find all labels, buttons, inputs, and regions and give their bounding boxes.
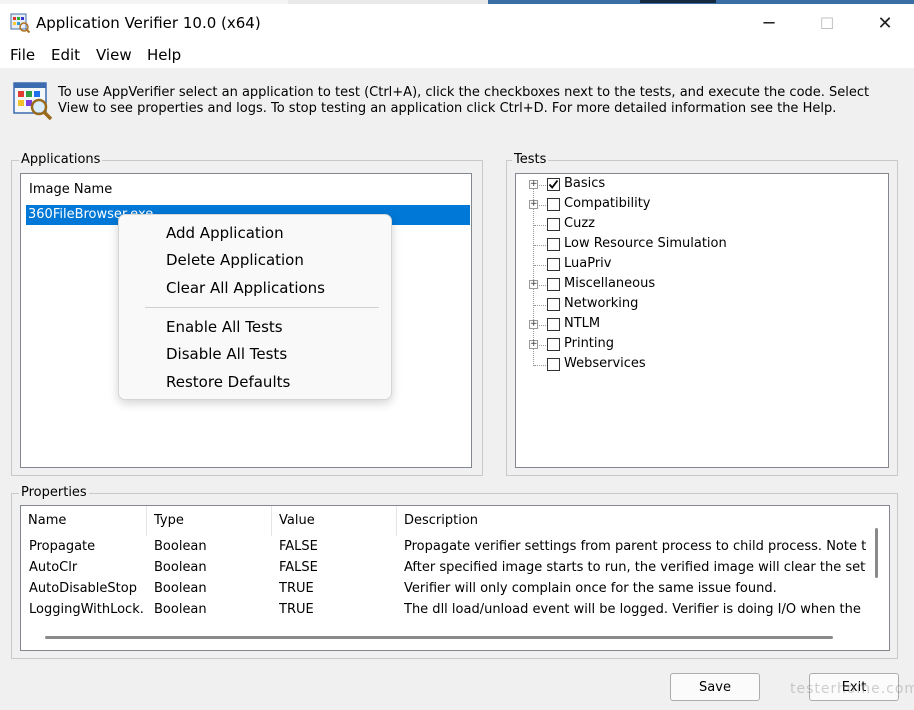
menu-clear-all-applications[interactable]: Clear All Applications	[166, 279, 325, 297]
cell-type: Boolean	[154, 560, 207, 575]
tree-row-cuzz: Cuzz	[516, 215, 886, 235]
maximize-icon: ☐	[819, 13, 835, 33]
cell-description: After specified image starts to run, the…	[404, 560, 866, 575]
vertical-scrollbar-thumb[interactable]	[875, 528, 878, 578]
tree-branch	[534, 225, 546, 226]
cell-value: TRUE	[279, 602, 314, 617]
cell-type: Boolean	[154, 602, 207, 617]
menu-edit[interactable]: Edit	[51, 46, 80, 68]
minimize-button[interactable]: ─	[746, 8, 792, 38]
tree-row-low-resource-simulation: Low Resource Simulation	[516, 235, 886, 255]
checkbox-networking[interactable]	[547, 298, 560, 311]
tree-row-compatibility: + Compatibility	[516, 195, 886, 215]
cell-description: Verifier will only complain once for the…	[404, 581, 777, 596]
expand-icon[interactable]: +	[529, 340, 538, 349]
table-row[interactable]: AutoClr Boolean FALSE After specified im…	[21, 560, 871, 580]
menu-enable-all-tests[interactable]: Enable All Tests	[166, 318, 283, 336]
menu-restore-defaults[interactable]: Restore Defaults	[166, 373, 290, 391]
menu-view[interactable]: View	[96, 46, 132, 68]
column-header-name[interactable]: Name	[21, 506, 147, 536]
context-menu: Add Application Delete Application Clear…	[118, 214, 392, 400]
cell-type: Boolean	[154, 539, 207, 554]
menu-separator	[145, 307, 379, 308]
save-button[interactable]: Save	[670, 673, 760, 701]
cell-name: Propagate	[29, 539, 96, 554]
properties-table[interactable]: Name Type Value Description Propagate Bo…	[20, 505, 890, 651]
test-label-luapriv[interactable]: LuaPriv	[564, 256, 611, 271]
table-row[interactable]: LoggingWithLock... Boolean TRUE The dll …	[21, 602, 871, 622]
maximize-button[interactable]: ☐	[804, 8, 850, 38]
checkbox-luapriv[interactable]	[547, 258, 560, 271]
checkbox-basics[interactable]	[547, 178, 560, 191]
expand-icon[interactable]: +	[529, 180, 538, 189]
test-label-networking[interactable]: Networking	[564, 296, 638, 311]
window-title: Application Verifier 10.0 (x64)	[36, 14, 261, 32]
checkbox-ntlm[interactable]	[547, 318, 560, 331]
test-label-ntlm[interactable]: NTLM	[564, 316, 600, 331]
table-row[interactable]: Propagate Boolean FALSE Propagate verifi…	[21, 539, 871, 559]
minimize-icon: ─	[763, 12, 775, 34]
cell-description: The dll load/unload event will be logged…	[404, 602, 866, 617]
tree-row-webservices: Webservices	[516, 355, 886, 375]
checkmark-icon	[548, 179, 559, 189]
test-label-basics[interactable]: Basics	[564, 176, 605, 191]
tree-branch	[534, 365, 546, 366]
checkbox-printing[interactable]	[547, 338, 560, 351]
cell-name: AutoClr	[29, 560, 78, 575]
expand-icon[interactable]: +	[529, 320, 538, 329]
cell-name: AutoDisableStop	[29, 581, 137, 596]
table-row[interactable]: AutoDisableStop Boolean TRUE Verifier wi…	[21, 581, 871, 601]
tree-branch	[534, 265, 546, 266]
tree-branch	[534, 305, 546, 306]
menu-delete-application[interactable]: Delete Application	[166, 251, 304, 269]
tree-row-printing: + Printing	[516, 335, 886, 355]
checkbox-compatibility[interactable]	[547, 198, 560, 211]
desktop-strip	[0, 0, 914, 4]
tests-tree[interactable]: + Basics + Compatibility Cuzz Low Resour…	[515, 173, 889, 468]
checkbox-low-resource-simulation[interactable]	[547, 238, 560, 251]
applications-label: Applications	[19, 152, 103, 167]
column-header-value[interactable]: Value	[272, 506, 397, 536]
menu-bar: File Edit View Help	[0, 46, 914, 68]
tests-label: Tests	[512, 152, 549, 167]
horizontal-scrollbar-thumb[interactable]	[45, 636, 833, 639]
cell-value: TRUE	[279, 581, 314, 596]
properties-label: Properties	[19, 485, 89, 500]
app-icon	[10, 13, 31, 34]
expand-icon[interactable]: +	[529, 280, 538, 289]
intro-text: To use AppVerifier select an application…	[58, 85, 870, 116]
menu-disable-all-tests[interactable]: Disable All Tests	[166, 345, 287, 363]
column-header-description[interactable]: Description	[397, 506, 867, 536]
cell-value: FALSE	[279, 539, 318, 554]
checkbox-miscellaneous[interactable]	[547, 278, 560, 291]
cell-name: LoggingWithLock...	[29, 602, 143, 617]
cell-description: Propagate verifier settings from parent …	[404, 539, 866, 554]
column-header-type[interactable]: Type	[147, 506, 272, 536]
test-label-webservices[interactable]: Webservices	[564, 356, 646, 371]
tree-row-basics: + Basics	[516, 175, 886, 195]
menu-file[interactable]: File	[10, 46, 35, 68]
tree-row-luapriv: LuaPriv	[516, 255, 886, 275]
test-label-printing[interactable]: Printing	[564, 336, 614, 351]
checkbox-cuzz[interactable]	[547, 218, 560, 231]
expand-icon[interactable]: +	[529, 200, 538, 209]
test-label-compatibility[interactable]: Compatibility	[564, 196, 651, 211]
appverifier-logo-icon	[12, 80, 54, 122]
tree-branch	[534, 245, 546, 246]
close-button[interactable]: ✕	[862, 8, 908, 38]
tree-row-miscellaneous: + Miscellaneous	[516, 275, 886, 295]
close-icon: ✕	[877, 12, 893, 34]
cell-value: FALSE	[279, 560, 318, 575]
tree-row-networking: Networking	[516, 295, 886, 315]
cell-type: Boolean	[154, 581, 207, 596]
test-label-cuzz[interactable]: Cuzz	[564, 216, 595, 231]
checkbox-webservices[interactable]	[547, 358, 560, 371]
test-label-low-resource-simulation[interactable]: Low Resource Simulation	[564, 236, 727, 251]
menu-add-application[interactable]: Add Application	[166, 224, 284, 242]
image-name-header[interactable]: Image Name	[29, 182, 112, 197]
test-label-miscellaneous[interactable]: Miscellaneous	[564, 276, 655, 291]
tree-row-ntlm: + NTLM	[516, 315, 886, 335]
watermark: testerhome.com	[790, 681, 914, 697]
menu-help[interactable]: Help	[147, 46, 181, 68]
